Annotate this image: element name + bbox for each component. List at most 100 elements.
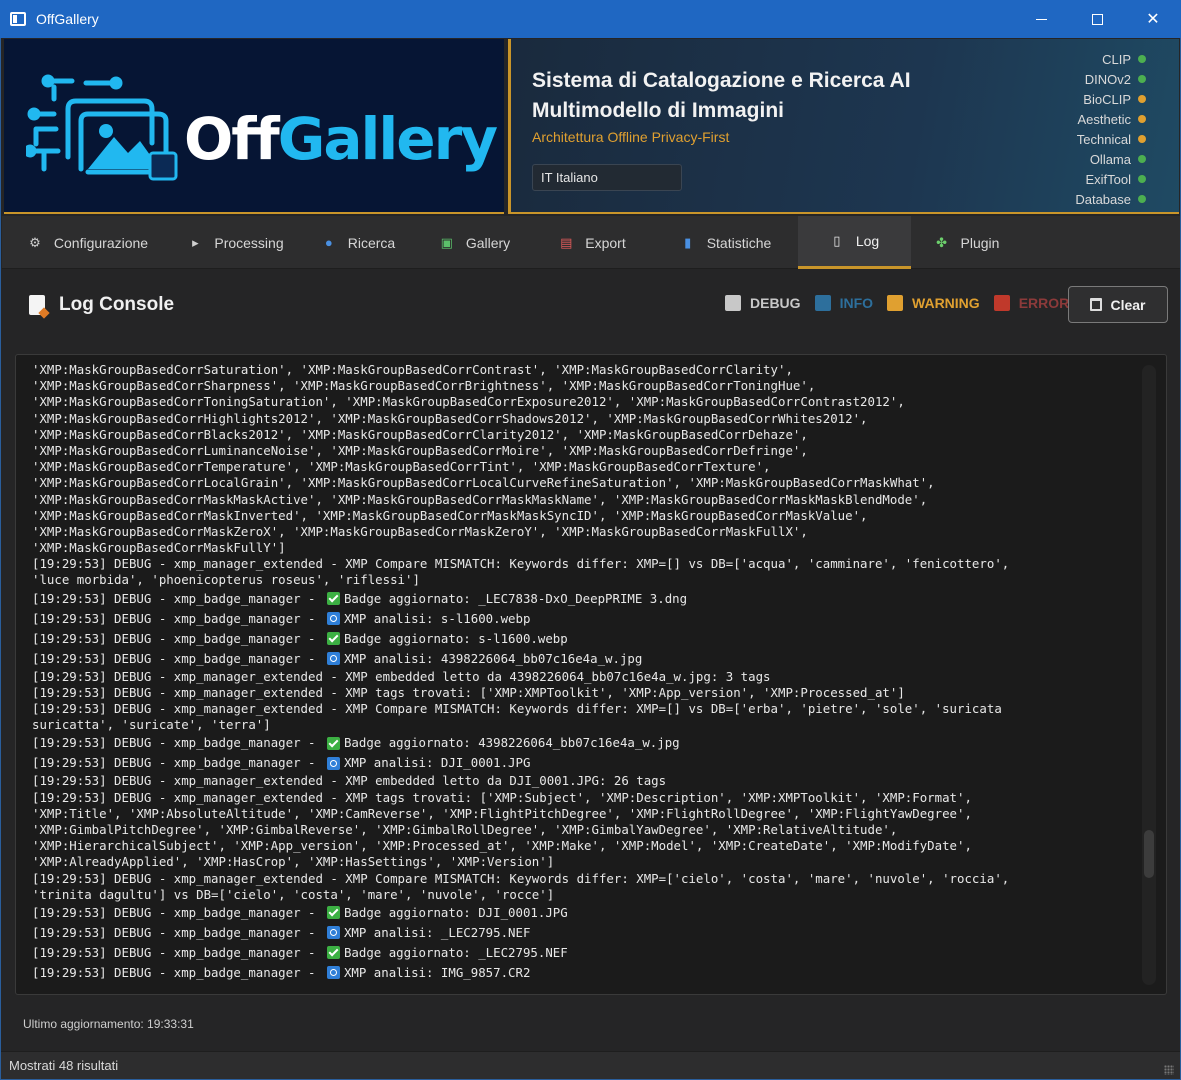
check-badge-icon: [326, 906, 340, 920]
filter-debug[interactable]: DEBUG: [725, 295, 801, 311]
status-dot-icon: [1138, 175, 1146, 183]
status-item-database: Database: [1075, 189, 1146, 209]
status-dot-icon: [1138, 195, 1146, 203]
tab-label: Statistiche: [706, 234, 772, 251]
log-line: 'XMP:MaskGroupBasedCorrSaturation', 'XMP…: [32, 362, 1137, 378]
log-console-title: Log Console: [59, 294, 175, 315]
status-label: ExifTool: [1085, 171, 1131, 187]
tab-export[interactable]: ▤ Export: [531, 216, 654, 269]
filter-error[interactable]: ERROR: [993, 295, 1070, 311]
log-line: 'XMP:MaskGroupBasedCorrLuminanceNoise', …: [32, 443, 1137, 459]
log-text: Badge aggiornato: s-l1600.webp: [343, 630, 568, 646]
window-title: OffGallery: [36, 11, 99, 27]
log-prefix: [19:29:53] DEBUG - xmp_badge_manager -: [32, 650, 323, 666]
maximize-button[interactable]: [1069, 0, 1125, 38]
log-line: 'XMP:Title', 'XMP:AbsoluteAltitude', 'XM…: [32, 806, 1137, 822]
status-item-technical: Technical: [1075, 129, 1146, 149]
checkbox-icon[interactable]: [993, 295, 1010, 311]
log-line: [19:29:53] DEBUG - xmp_badge_manager - B…: [32, 733, 1137, 753]
main-tabs: ⚙ Configurazione ▸ Processing ● Ricerca ▣ Galle…: [2, 216, 1180, 269]
status-label: Ollama: [1089, 151, 1131, 167]
log-line: suricatta', 'suricate', 'terra']: [32, 717, 1137, 733]
tab-label: Log: [855, 233, 880, 249]
resize-grip-icon[interactable]: [1164, 1065, 1174, 1075]
log-text: [19:29:53] DEBUG - xmp_manager_extended …: [32, 684, 905, 700]
log-prefix: [19:29:53] DEBUG - xmp_badge_manager -: [32, 590, 323, 606]
status-dot-icon: [1138, 115, 1146, 123]
log-text: XMP analisi: IMG_9857.CR2: [343, 964, 531, 980]
tab-label: Processing: [214, 234, 284, 251]
results-count: Mostrati 48 risultati: [9, 1058, 119, 1073]
log-line: [19:29:53] DEBUG - xmp_badge_manager - B…: [32, 943, 1137, 963]
document-icon: [29, 295, 45, 315]
chart-icon: ▮: [684, 234, 692, 250]
log-text: [19:29:53] DEBUG - xmp_manager_extended …: [32, 668, 771, 684]
status-item-bioclip: BioCLIP: [1075, 89, 1146, 109]
tab-label: Ricerca: [347, 234, 396, 251]
status-dot-icon: [1138, 135, 1146, 143]
log-prefix: [19:29:53] DEBUG - xmp_badge_manager -: [32, 944, 323, 960]
checkbox-icon[interactable]: [887, 295, 904, 311]
filter-info[interactable]: INFO: [814, 295, 874, 311]
log-text: 'XMP:MaskGroupBasedCorrToningSaturation'…: [32, 394, 905, 410]
play-icon: ▸: [192, 234, 199, 250]
log-text: 'XMP:MaskGroupBasedCorrMaskZeroX', 'XMP:…: [32, 523, 808, 539]
log-prefix: [19:29:53] DEBUG - xmp_badge_manager -: [32, 630, 323, 646]
log-text: Badge aggiornato: 4398226064_bb07c16e4a_…: [343, 735, 680, 751]
log-text: 'XMP:MaskGroupBasedCorrSaturation', 'XMP…: [32, 362, 793, 377]
log-line: [19:29:53] DEBUG - xmp_badge_manager - X…: [32, 963, 1137, 983]
checkbox-icon[interactable]: [725, 295, 741, 311]
app-icon: [10, 12, 26, 26]
log-line: 'XMP:MaskGroupBasedCorrTemperature', 'XM…: [32, 459, 1137, 475]
status-item-dinov2: DINOv2: [1075, 69, 1146, 89]
check-badge-icon: [326, 736, 340, 750]
header-banner: Sistema di Catalogazione e Ricerca AI Mu…: [508, 39, 1179, 214]
log-line: 'XMP:MaskGroupBasedCorrToningSaturation'…: [32, 394, 1137, 410]
language-select[interactable]: IT Italiano: [532, 164, 682, 191]
checkbox-icon[interactable]: [814, 295, 831, 311]
log-text: [19:29:53] DEBUG - xmp_manager_extended …: [32, 701, 1002, 716]
log-text: 'XMP:MaskGroupBasedCorrLocalGrain', 'XMP…: [32, 475, 935, 491]
log-line: [19:29:53] DEBUG - xmp_manager_extended …: [32, 773, 1137, 789]
log-line: 'XMP:MaskGroupBasedCorrMaskZeroX', 'XMP:…: [32, 524, 1137, 540]
log-console-heading: Log Console: [29, 294, 174, 316]
close-button[interactable]: ✕: [1125, 0, 1181, 38]
filter-label: ERROR: [1018, 295, 1070, 311]
status-dot-icon: [1138, 55, 1146, 63]
logo-text-off: Off: [184, 105, 280, 173]
status-label: Database: [1075, 191, 1131, 207]
tab-gallery[interactable]: ▣ Gallery: [419, 216, 531, 269]
logo-panel: OffGallery: [4, 39, 504, 214]
filter-label: INFO: [839, 295, 874, 311]
log-lines: 'XMP:MaskGroupBasedCorrSaturation', 'XMP…: [32, 362, 1137, 983]
filter-warning[interactable]: WARNING: [887, 295, 980, 311]
log-prefix: [19:29:53] DEBUG - xmp_badge_manager -: [32, 904, 323, 920]
tab-label: Gallery: [465, 234, 511, 251]
status-dot-icon: [1138, 75, 1146, 83]
scrollbar-thumb[interactable]: [1144, 830, 1154, 878]
log-line: [19:29:53] DEBUG - xmp_badge_manager - X…: [32, 923, 1137, 943]
status-bar: Mostrati 48 risultati: [1, 1051, 1180, 1079]
status-item-ollama: Ollama: [1075, 149, 1146, 169]
status-item-exiftool: ExifTool: [1075, 169, 1146, 189]
tab-processing[interactable]: ▸ Processing: [174, 216, 298, 269]
check-badge-icon: [326, 632, 340, 646]
clear-label: Clear: [1110, 296, 1146, 313]
sync-badge-icon: [326, 756, 340, 770]
log-text: XMP analisi: _LEC2795.NEF: [343, 924, 531, 940]
tab-plugin[interactable]: ✤ Plugin: [911, 216, 1023, 269]
log-text: 'XMP:HierarchicalSubject', 'XMP:App_vers…: [32, 838, 972, 854]
tab-log[interactable]: ▯ Log: [798, 216, 911, 269]
tab-label: Export: [585, 234, 626, 251]
tab-ricerca[interactable]: ● Ricerca: [298, 216, 419, 269]
tab-configurazione[interactable]: ⚙ Configurazione: [2, 216, 174, 269]
minimize-button[interactable]: [1013, 0, 1069, 38]
log-level-filters: DEBUG INFO WARNING ERROR: [725, 295, 1083, 311]
log-output[interactable]: 'XMP:MaskGroupBasedCorrSaturation', 'XMP…: [15, 354, 1167, 995]
title-bar: OffGallery ✕: [0, 0, 1181, 38]
logo-text-gallery: Gallery: [277, 105, 498, 173]
log-scrollbar[interactable]: [1142, 365, 1156, 985]
log-line: 'XMP:MaskGroupBasedCorrLocalGrain', 'XMP…: [32, 475, 1137, 491]
clear-button[interactable]: Clear: [1068, 286, 1168, 323]
tab-statistiche[interactable]: ▮ Statistiche: [654, 216, 798, 269]
